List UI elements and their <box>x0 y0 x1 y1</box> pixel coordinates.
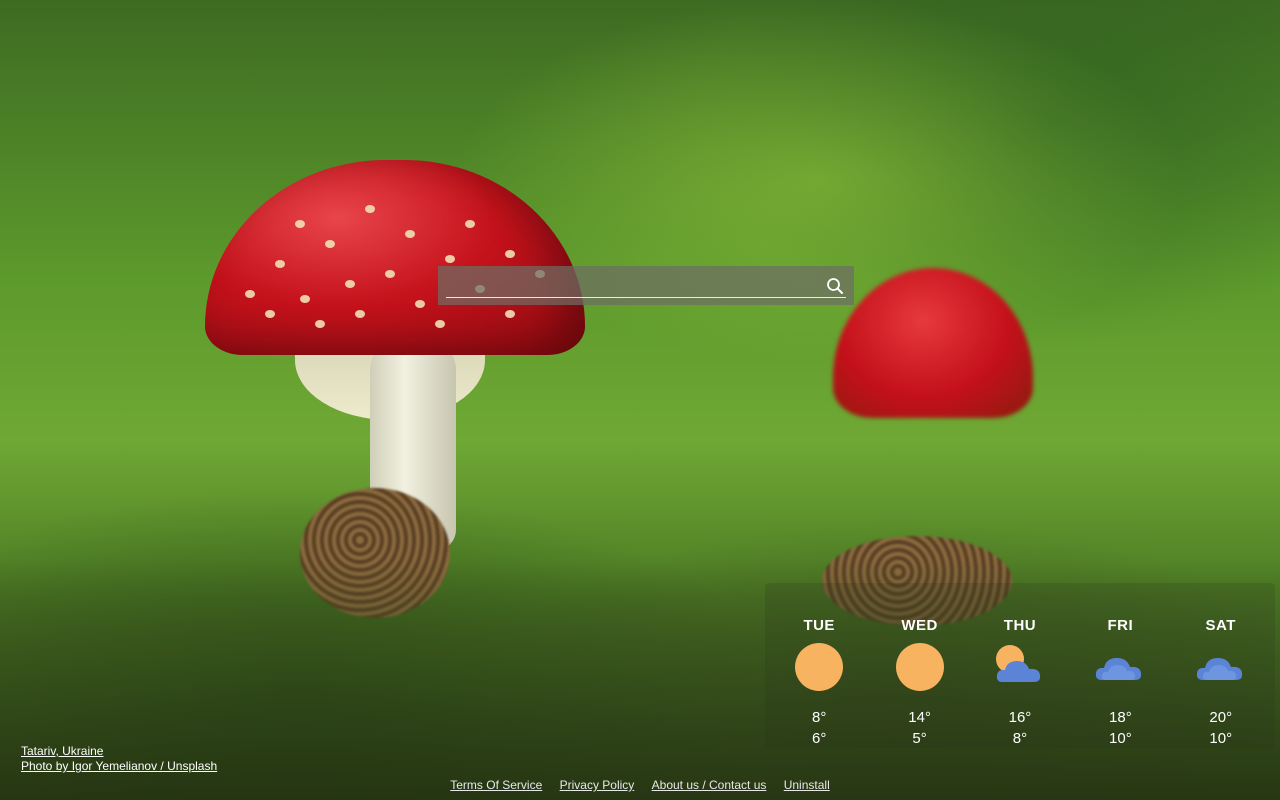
cap-spot <box>465 220 475 228</box>
day-name: WED <box>901 617 938 634</box>
sun-icon <box>895 643 944 691</box>
day-name: SAT <box>1205 617 1236 634</box>
cap-spot <box>265 310 275 318</box>
day-name: TUE <box>803 617 835 634</box>
temp-low: 10° <box>1109 730 1132 747</box>
search-box <box>438 266 854 305</box>
cap-spot <box>415 300 425 308</box>
partly-cloudy-icon <box>995 645 1041 682</box>
weather-forecast: TUE 8° 6° WED 14° 5° THU 16° 8° FRI 18° … <box>765 583 1275 748</box>
weather-day-sat: SAT 20° 10° <box>1172 583 1270 748</box>
temp-high: 18° <box>1109 709 1132 726</box>
mushroom-cap-large <box>205 160 585 355</box>
search-input[interactable] <box>446 272 820 298</box>
cap-spot <box>355 310 365 318</box>
cap-spot <box>345 280 355 288</box>
cloud-icon <box>1196 658 1242 680</box>
cap-spot <box>300 295 310 303</box>
search-icon[interactable] <box>826 277 844 295</box>
search-underline <box>446 297 846 298</box>
terms-of-service-link[interactable]: Terms Of Service <box>450 778 542 792</box>
mushroom-cap-small <box>833 268 1033 418</box>
privacy-policy-link[interactable]: Privacy Policy <box>560 778 635 792</box>
day-name: FRI <box>1107 617 1134 634</box>
temp-high: 14° <box>908 709 931 726</box>
about-contact-link[interactable]: About us / Contact us <box>652 778 767 792</box>
cap-spot <box>365 205 375 213</box>
temp-low: 6° <box>812 730 827 747</box>
footer-links: Terms Of Service Privacy Policy About us… <box>0 778 1280 792</box>
cap-spot <box>405 230 415 238</box>
temp-low: 5° <box>912 730 927 747</box>
cap-spot <box>435 320 445 328</box>
cap-spot <box>295 220 305 228</box>
cap-spot <box>385 270 395 278</box>
cloud-icon <box>1096 658 1142 680</box>
weather-day-fri: FRI 18° 10° <box>1071 583 1169 748</box>
day-name: THU <box>1003 617 1037 634</box>
photo-credit: Tatariv, Ukraine Photo by Igor Yemeliano… <box>21 744 217 774</box>
cap-spot <box>445 255 455 263</box>
cap-spot <box>245 290 255 298</box>
photographer-link[interactable]: Photo by Igor Yemelianov / Unsplash <box>21 759 217 774</box>
weather-day-wed: WED 14° 5° <box>871 583 969 748</box>
photo-location-link[interactable]: Tatariv, Ukraine <box>21 744 217 759</box>
new-tab-page: TUE 8° 6° WED 14° 5° THU 16° 8° FRI 18° … <box>0 0 1280 800</box>
temp-low: 8° <box>1012 730 1028 747</box>
weather-day-tue: TUE 8° 6° <box>770 583 868 748</box>
cap-spot <box>325 240 335 248</box>
weather-day-thu: THU 16° 8° <box>971 583 1069 748</box>
temp-high: 16° <box>1008 709 1032 726</box>
temp-high: 8° <box>812 709 827 726</box>
sun-icon <box>795 643 844 691</box>
uninstall-link[interactable]: Uninstall <box>784 778 830 792</box>
temp-low: 10° <box>1209 730 1233 747</box>
cap-spot <box>315 320 325 328</box>
cap-spot <box>275 260 285 268</box>
cap-spot <box>505 310 515 318</box>
cap-spot <box>505 250 515 258</box>
temp-high: 20° <box>1209 709 1233 726</box>
